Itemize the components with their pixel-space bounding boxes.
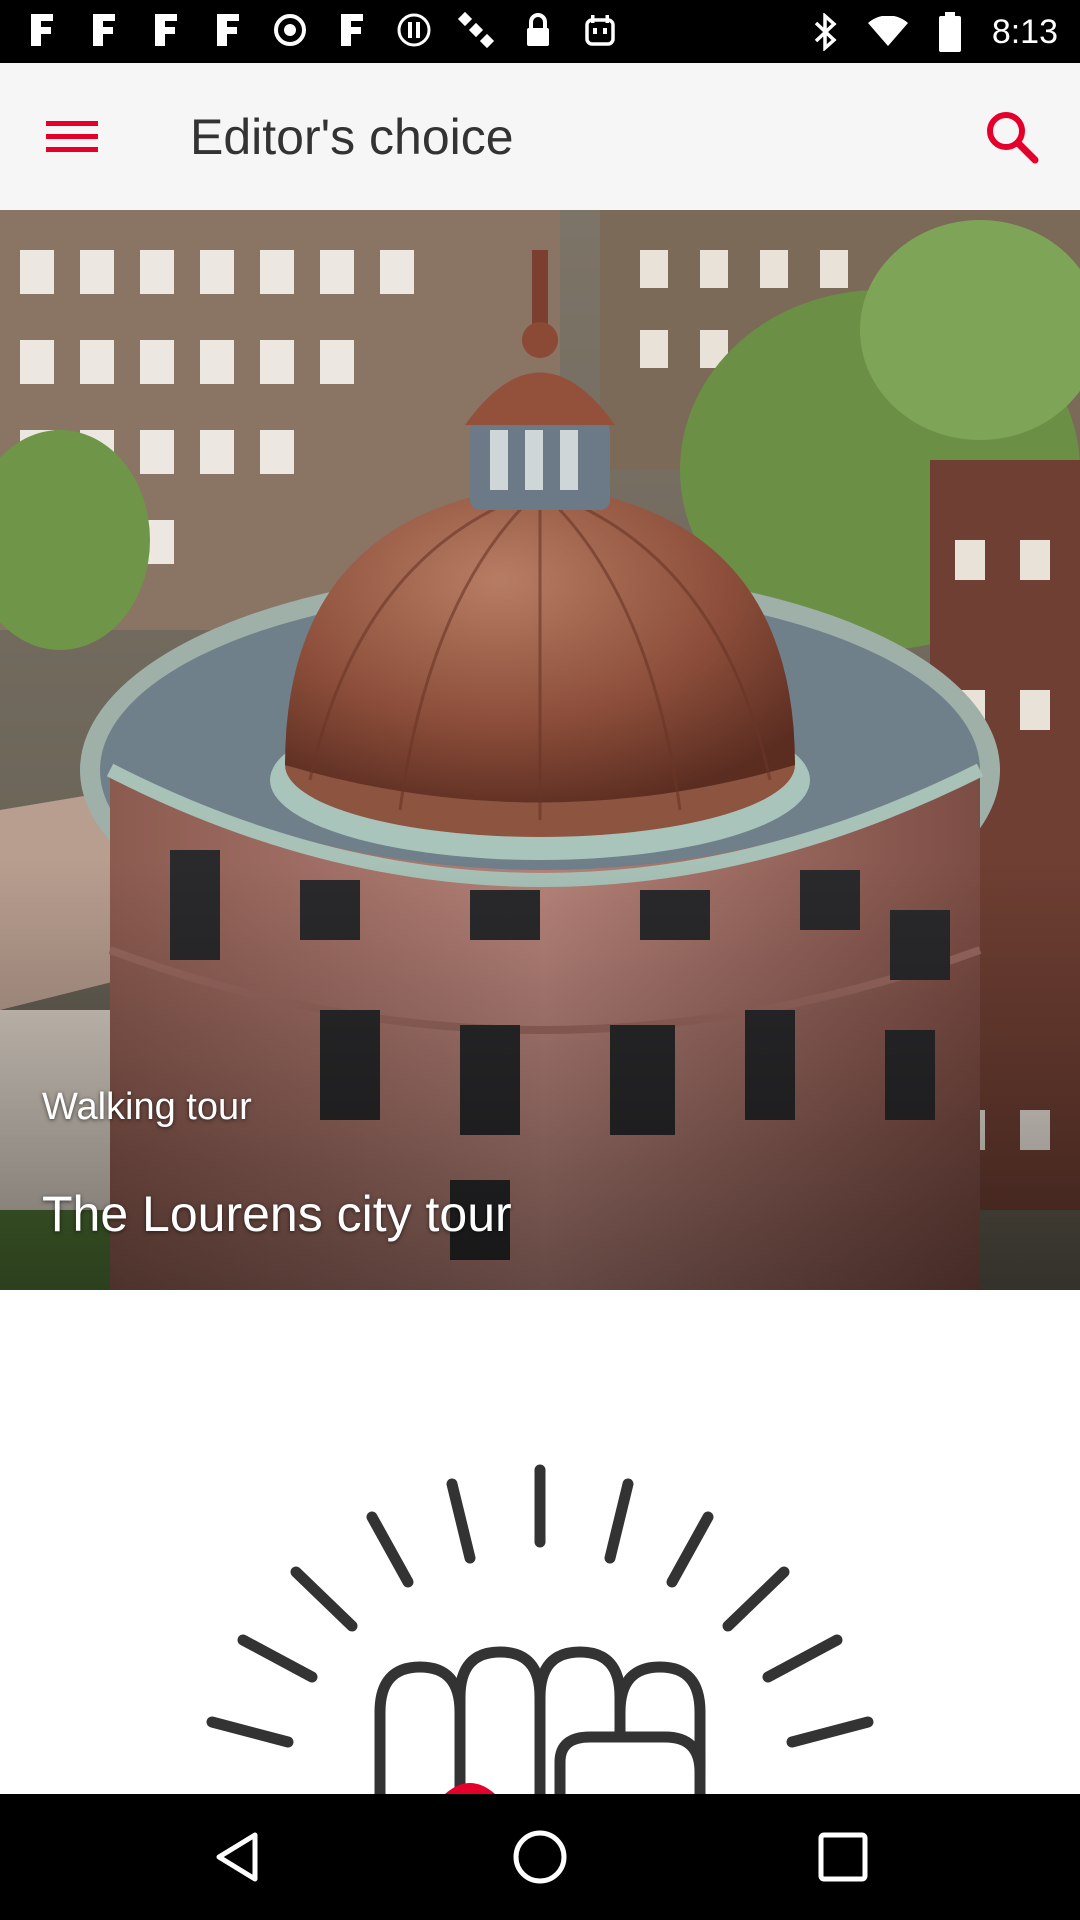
navigation-bar	[0, 1794, 1080, 1920]
satellite-icon	[456, 10, 496, 50]
status-time: 8:13	[991, 13, 1058, 51]
home-circle-icon	[513, 1830, 567, 1884]
facebook-icon	[84, 10, 124, 50]
recents-button[interactable]	[813, 1827, 873, 1887]
hero-card[interactable]: Walking tour The Lourens city tour	[0, 210, 1080, 1290]
wifi-icon	[867, 12, 908, 52]
system-icons: 8:13	[806, 10, 1058, 54]
back-button[interactable]	[207, 1827, 267, 1887]
notification-icons	[22, 10, 620, 50]
second-card[interactable]	[0, 1292, 1080, 1794]
facebook-icon	[208, 10, 248, 50]
bluetooth-icon	[806, 12, 846, 52]
battery-icon	[930, 12, 970, 52]
recents-square-icon	[818, 1832, 868, 1882]
android-icon	[580, 10, 620, 50]
app-bar: Editor's choice	[0, 63, 1080, 210]
hero-category: Walking tour	[42, 1086, 252, 1128]
menu-button[interactable]	[46, 115, 100, 159]
facebook-icon	[332, 10, 372, 50]
fist-bump-icon	[206, 1464, 874, 1794]
status-bar: 8:13	[0, 0, 1080, 63]
record-icon	[270, 10, 310, 50]
back-triangle-icon	[216, 1832, 258, 1882]
pause-icon	[394, 10, 434, 50]
facebook-icon	[22, 10, 62, 50]
home-button[interactable]	[510, 1827, 570, 1887]
search-button[interactable]	[984, 109, 1040, 165]
lock-icon	[518, 10, 558, 50]
hero-title: The Lourens city tour	[42, 1186, 512, 1242]
search-icon	[987, 112, 1039, 164]
hamburger-menu-icon	[46, 121, 98, 152]
facebook-icon	[146, 10, 186, 50]
page-title: Editor's choice	[190, 109, 514, 165]
